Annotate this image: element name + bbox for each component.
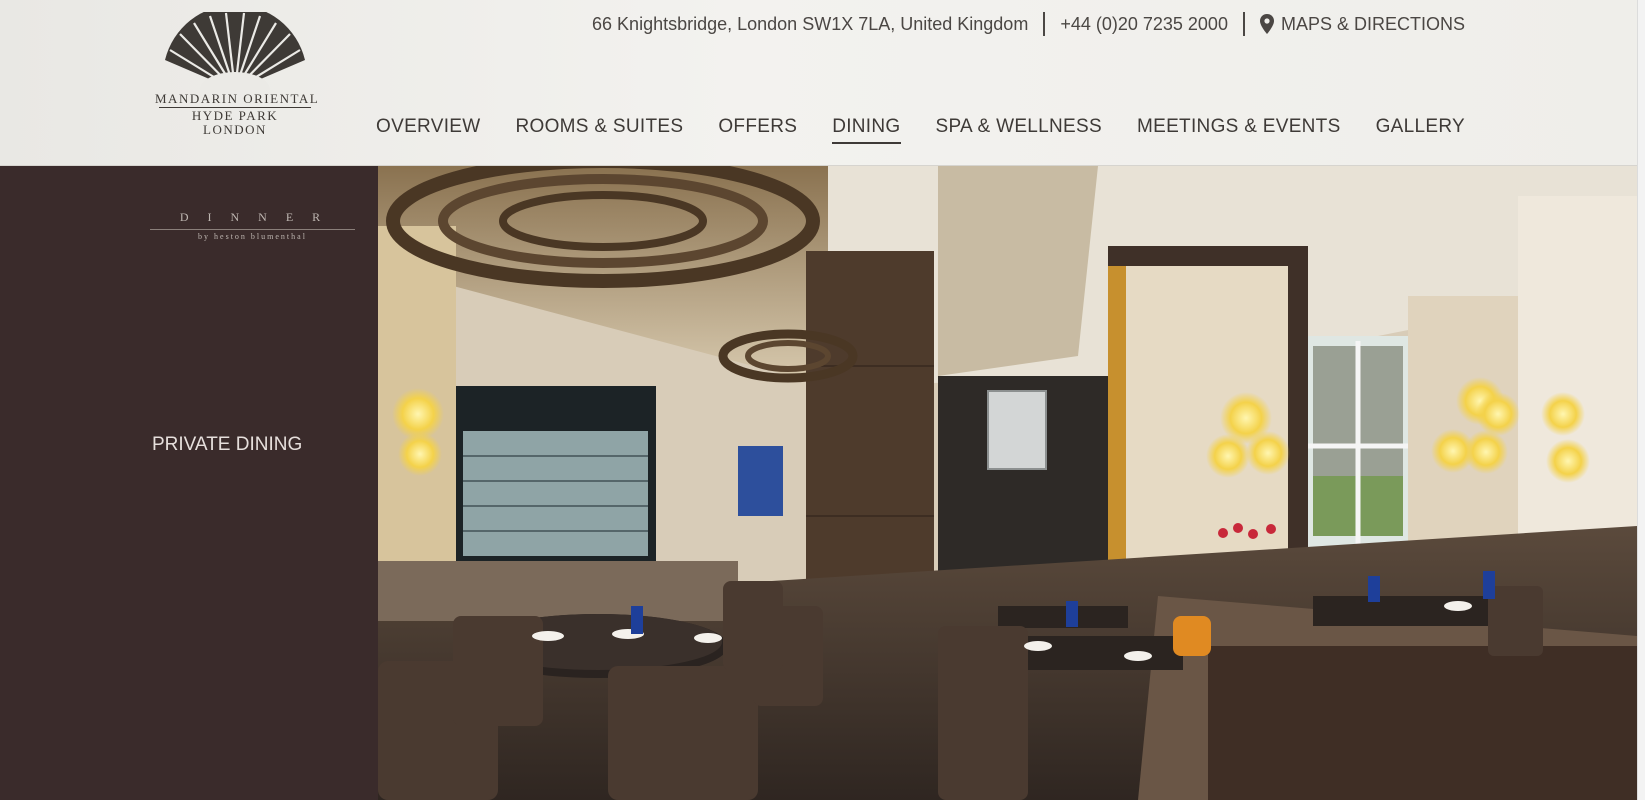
utility-divider	[1043, 12, 1046, 36]
dinner-restaurant-logo[interactable]: DINNER by heston blumenthal	[150, 210, 355, 241]
nav-spa-wellness[interactable]: SPA & WELLNESS	[936, 116, 1102, 144]
nav-dining[interactable]: DINING	[832, 116, 901, 144]
maps-directions-link[interactable]: MAPS & DIRECTIONS	[1259, 13, 1465, 35]
dinner-wordmark: DINNER	[179, 210, 340, 224]
utility-bar: 66 Knightsbridge, London SW1X 7LA, Unite…	[592, 12, 1465, 36]
hotel-logo[interactable]: MANDARIN ORIENTAL HYDE PARK LONDON	[155, 12, 320, 152]
private-dining-link[interactable]: PRIVATE DINING	[152, 434, 302, 456]
nav-overview[interactable]: OVERVIEW	[376, 116, 480, 144]
logo-line-property: HYDE PARK	[191, 108, 279, 123]
fan-logo-icon	[165, 12, 305, 91]
main-navigation: OVERVIEW ROOMS & SUITES OFFERS DINING SP…	[341, 116, 1465, 144]
dinner-byline: by heston blumenthal	[198, 232, 307, 241]
nav-offers[interactable]: OFFERS	[718, 116, 797, 144]
nav-meetings-events[interactable]: MEETINGS & EVENTS	[1137, 116, 1341, 144]
dining-sidebar: DINNER by heston blumenthal PRIVATE DINI…	[0, 166, 378, 800]
restaurant-interior-photo	[378, 166, 1637, 800]
map-pin-icon	[1259, 14, 1274, 34]
hotel-phone[interactable]: +44 (0)20 7235 2000	[1060, 14, 1228, 35]
site-header: MANDARIN ORIENTAL HYDE PARK LONDON 66 Kn…	[0, 0, 1637, 166]
restaurant-hero-image	[378, 166, 1637, 800]
hotel-address: 66 Knightsbridge, London SW1X 7LA, Unite…	[592, 13, 1029, 34]
nav-rooms-suites[interactable]: ROOMS & SUITES	[515, 116, 683, 144]
logo-line-city: LONDON	[203, 122, 267, 137]
nav-gallery[interactable]: GALLERY	[1376, 116, 1465, 144]
utility-divider	[1242, 12, 1245, 36]
logo-line-brand: MANDARIN ORIENTAL	[155, 91, 320, 106]
maps-directions-label: MAPS & DIRECTIONS	[1280, 13, 1465, 34]
dinner-logo-rule	[150, 229, 355, 230]
page-scrollbar[interactable]	[1637, 0, 1645, 800]
